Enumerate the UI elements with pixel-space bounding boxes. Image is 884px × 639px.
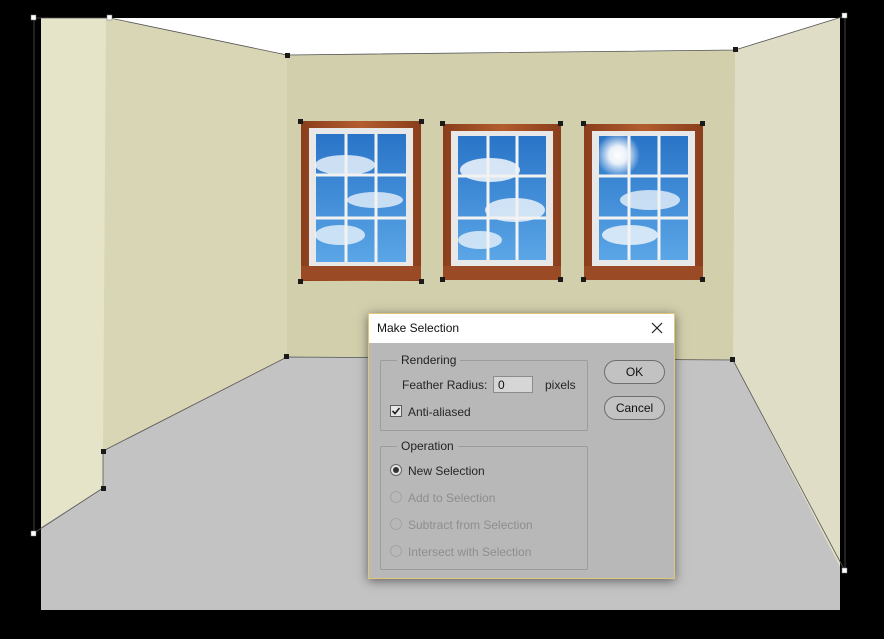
rendering-legend: Rendering <box>397 353 461 367</box>
window-1 <box>301 121 421 281</box>
anti-aliased-label: Anti-aliased <box>408 405 471 419</box>
ok-button[interactable]: OK <box>604 360 665 384</box>
radio-label-intersect-with-selection: Intersect with Selection <box>408 545 532 559</box>
operation-legend: Operation <box>397 439 458 453</box>
window-3 <box>584 124 703 280</box>
radio-add-to-selection[interactable] <box>390 491 402 503</box>
left-wall-edge <box>41 18 106 527</box>
radio-label-add-to-selection: Add to Selection <box>408 491 496 505</box>
rendering-group: Rendering <box>380 353 588 431</box>
make-selection-dialog: Make Selection Rendering Feather Radius:… <box>368 313 675 579</box>
radio-subtract-from-selection[interactable] <box>390 518 402 530</box>
radio-intersect-with-selection[interactable] <box>390 545 402 557</box>
feather-radius-label: Feather Radius: <box>402 378 488 392</box>
dialog-titlebar[interactable]: Make Selection <box>369 314 674 343</box>
check-icon <box>391 407 401 415</box>
anti-aliased-checkbox[interactable] <box>390 405 402 417</box>
close-icon[interactable] <box>646 317 668 339</box>
window-2 <box>443 124 561 280</box>
dialog-title: Make Selection <box>377 321 460 335</box>
radio-label-subtract-from-selection: Subtract from Selection <box>408 518 533 532</box>
feather-radius-input[interactable] <box>493 376 533 393</box>
feather-unit-label: pixels <box>545 378 576 392</box>
radio-label-new-selection: New Selection <box>408 464 485 478</box>
cancel-button[interactable]: Cancel <box>604 396 665 420</box>
radio-new-selection[interactable] <box>390 464 402 476</box>
